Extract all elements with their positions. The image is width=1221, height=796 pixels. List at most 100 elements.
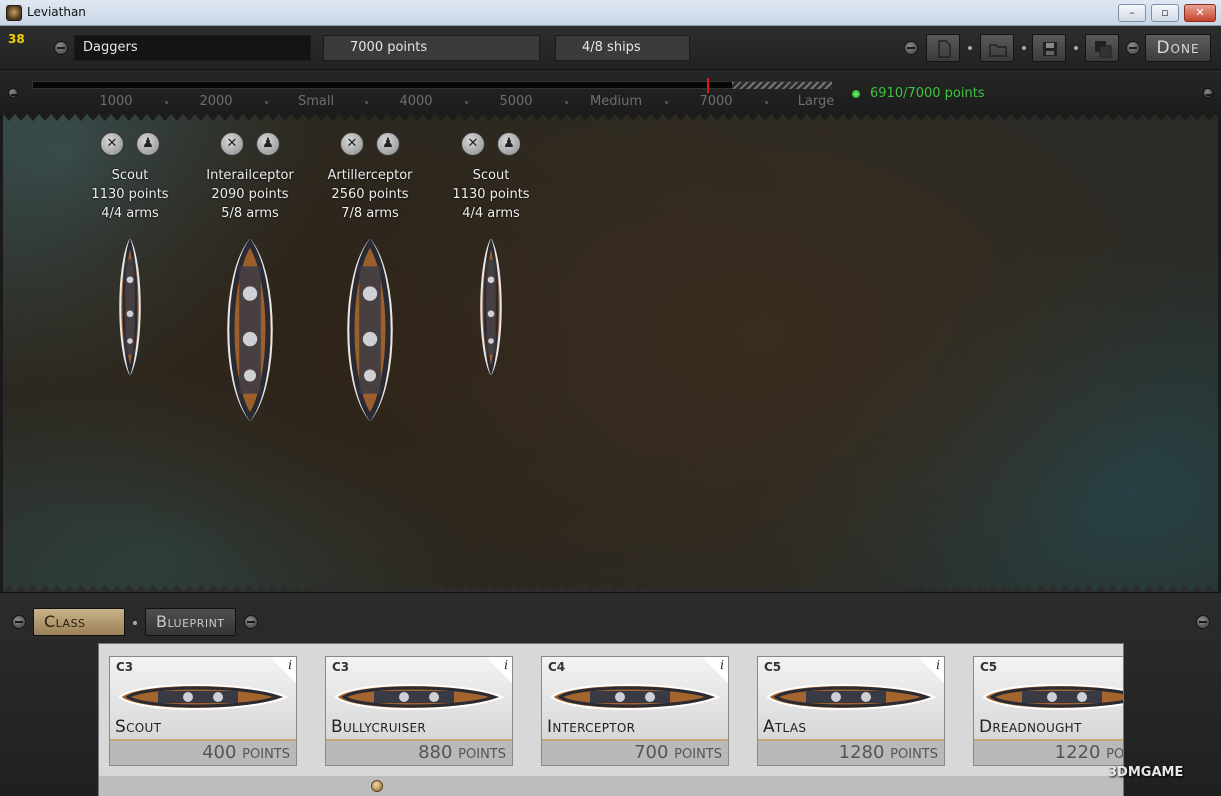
scale-right-bolt-icon (1203, 88, 1214, 98)
class-card[interactable]: C5 i Atlas 1280 points (757, 656, 945, 766)
edit-ship-button[interactable]: ♟ (256, 132, 280, 156)
separator-dot (1022, 46, 1026, 50)
fleet-total-points: 6910/7000 points (870, 86, 985, 101)
fleet-ship[interactable]: ✕ ♟ Scout 1130 points 4/4 arms (70, 132, 190, 375)
scale-tick-dot (265, 101, 268, 104)
edit-ship-button[interactable]: ♟ (376, 132, 400, 156)
captain-icon: ♟ (503, 136, 515, 151)
close-button[interactable]: ✕ (1184, 4, 1216, 22)
done-button[interactable]: Done (1145, 34, 1211, 62)
ship-hull-icon (347, 239, 393, 421)
ship-points: 1130 points (91, 187, 169, 202)
ship-arms: 7/8 arms (341, 206, 399, 221)
card-class-tier: C3 (116, 660, 134, 674)
remove-ship-button[interactable]: ✕ (100, 132, 124, 156)
watermark-text: 3DMGAME (1108, 765, 1184, 780)
class-card[interactable]: C3 i Bullycruiser 880 points (325, 656, 513, 766)
ship-hull-icon (119, 239, 141, 375)
info-icon: i (936, 658, 940, 672)
ship-silhouette-icon (766, 684, 936, 710)
scale-current-marker (707, 78, 709, 93)
ship-silhouette-icon (550, 684, 720, 710)
card-cost: 1280 points (838, 742, 938, 763)
class-card[interactable]: C3 i Scout 400 points (109, 656, 297, 766)
card-cost: 700 points (634, 742, 722, 763)
ship-name: Interailceptor (206, 168, 294, 183)
fleet-name-minus-icon[interactable] (54, 41, 68, 55)
edit-ship-button[interactable]: ♟ (136, 132, 160, 156)
save-as-button[interactable] (1085, 34, 1119, 62)
save-icon (1043, 42, 1057, 56)
card-class-name: Scout (115, 717, 162, 737)
ship-silhouette-icon (334, 684, 504, 710)
new-fleet-button[interactable] (926, 34, 960, 62)
ship-arms: 4/4 arms (462, 206, 520, 221)
close-icon: ✕ (467, 136, 479, 151)
card-cost-bar: 1280 points (758, 741, 944, 765)
points-limit-field[interactable]: 7000 points (323, 35, 540, 61)
toolbar-minus-icon[interactable] (904, 41, 918, 55)
remove-ship-button[interactable]: ✕ (220, 132, 244, 156)
scale-tick-dot (465, 101, 468, 104)
info-icon: i (504, 658, 508, 672)
card-cost-bar: 700 points (542, 741, 728, 765)
done-minus-icon[interactable] (1126, 41, 1140, 55)
scale-tick-label: Medium (590, 94, 642, 109)
card-class-tier: C5 (980, 660, 998, 674)
scroll-thumb[interactable] (371, 780, 383, 792)
open-fleet-button[interactable] (980, 34, 1014, 62)
ship-name: Scout (472, 168, 510, 183)
ship-name: Artillerceptor (327, 168, 413, 183)
save-as-icon (1095, 41, 1112, 58)
new-file-icon (938, 40, 951, 58)
remove-ship-button[interactable]: ✕ (340, 132, 364, 156)
ship-hull-icon (227, 239, 273, 421)
tab-right-minus-icon[interactable] (244, 615, 258, 629)
scale-tick-label: 5000 (499, 94, 533, 109)
minimize-button[interactable]: – (1118, 4, 1146, 22)
panel-pin-icon[interactable] (1196, 615, 1210, 629)
ship-name: Scout (111, 168, 149, 183)
card-cost: 880 points (418, 742, 506, 763)
scale-left-bolt-icon (8, 88, 19, 98)
bottom-torn-edge (3, 585, 1218, 592)
separator-dot (133, 621, 137, 625)
tab-left-minus-icon[interactable] (12, 615, 26, 629)
ship-arms: 5/8 arms (221, 206, 279, 221)
card-cost: 400 points (202, 742, 290, 763)
card-class-tier: C3 (332, 660, 350, 674)
class-card-strip[interactable]: C3 i Scout 400 points C3 i Bullycruiser 880 poi… (98, 643, 1124, 796)
edit-ship-button[interactable]: ♟ (497, 132, 521, 156)
class-card[interactable]: C5iDreadnought1220 points (973, 656, 1123, 766)
ship-class-panel: Class Blueprint C3 i Scout 400 points C3 i Bul… (0, 592, 1221, 796)
top-torn-edge (3, 114, 1218, 121)
fleet-name-field[interactable]: Daggers (74, 35, 311, 61)
close-icon: ✕ (106, 136, 118, 151)
ship-silhouette-icon (118, 684, 288, 710)
fleet-ship[interactable]: ✕ ♟ Artillerceptor 2560 points 7/8 arms (310, 132, 430, 421)
fleet-ship[interactable]: ✕ ♟ Scout 1130 points 4/4 arms (431, 132, 551, 375)
save-fleet-button[interactable] (1032, 34, 1066, 62)
scale-tick-label: 2000 (199, 94, 233, 109)
scale-tick-dot (765, 101, 768, 104)
fleet-toolbar: 38 Daggers 7000 points 4/8 ships Done (0, 26, 1221, 70)
card-class-tier: C4 (548, 660, 566, 674)
tab-class[interactable]: Class (33, 608, 125, 636)
captain-icon: ♟ (382, 136, 394, 151)
points-scale-bar: 1000 2000 Small 4000 5000 Medium 7000 Large 691… (0, 70, 1221, 114)
fleet-view[interactable]: ✕ ♟ Scout 1130 points 4/4 arms ✕ ♟ Interailcept… (3, 114, 1218, 592)
tab-blueprint[interactable]: Blueprint (145, 608, 236, 636)
captain-icon: ♟ (142, 136, 154, 151)
scale-over-limit-hatch (732, 82, 832, 89)
ship-arms: 4/4 arms (101, 206, 159, 221)
class-card[interactable]: C4 i Interceptor 700 points (541, 656, 729, 766)
scale-tick-dot (665, 101, 668, 104)
scale-tick-label: 4000 (399, 94, 433, 109)
card-class-name: Dreadnought (979, 717, 1082, 737)
fleet-ship[interactable]: ✕ ♟ Interailceptor 2090 points 5/8 arms (190, 132, 310, 421)
class-strip-scrollbar[interactable] (99, 776, 1123, 796)
scale-tick-label: Small (297, 94, 335, 109)
remove-ship-button[interactable]: ✕ (461, 132, 485, 156)
ship-silhouette-icon (982, 684, 1123, 710)
maximize-button[interactable]: ▫ (1151, 4, 1179, 22)
